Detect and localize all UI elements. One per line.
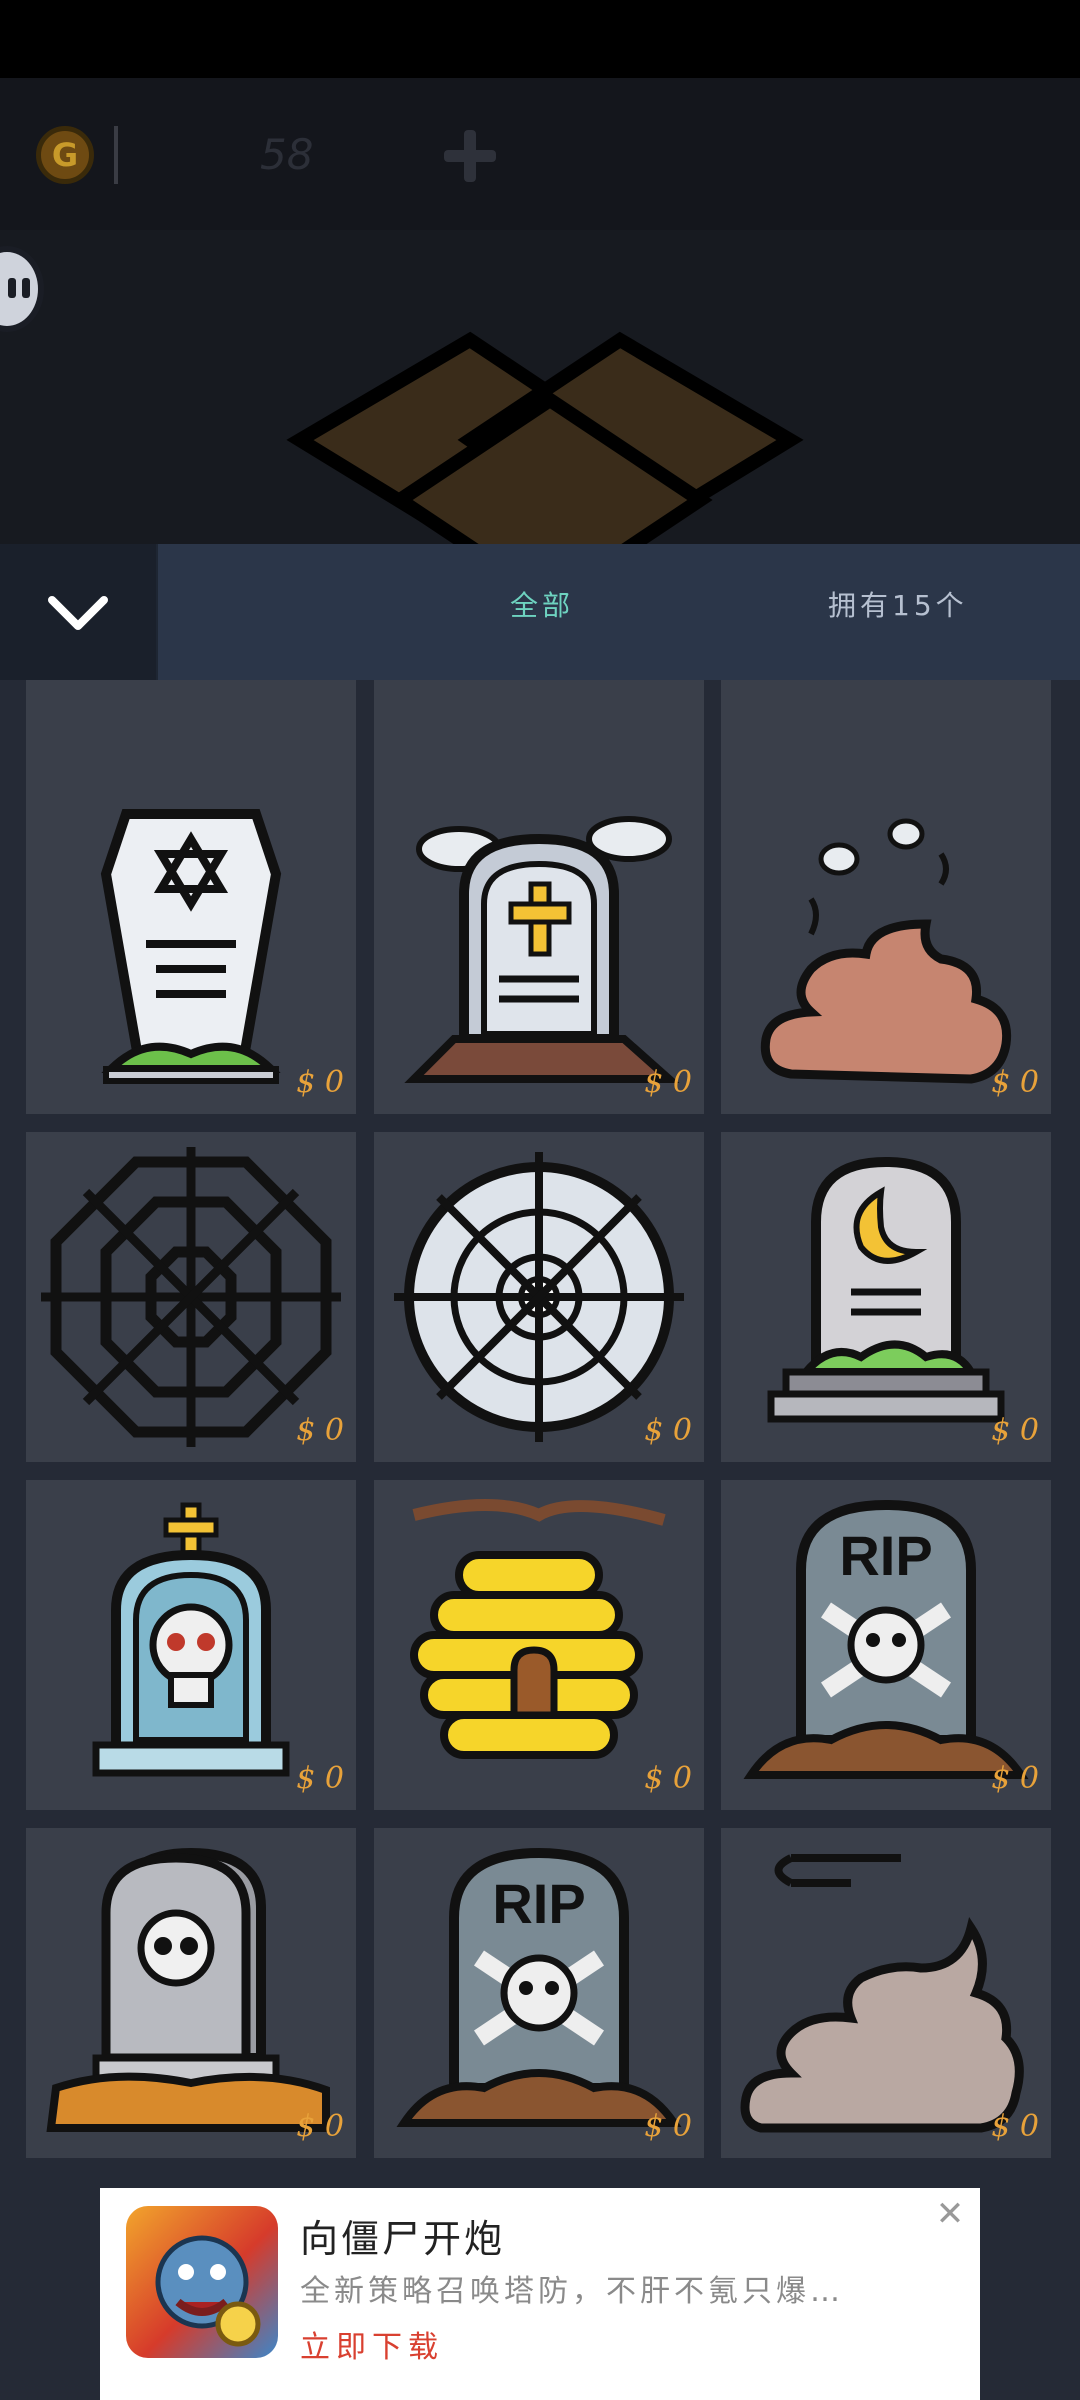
item-price: $ 0 (991, 1413, 1039, 1448)
svg-text:RIP: RIP (492, 1872, 585, 1935)
item-tile-beehive[interactable]: $ 0 (374, 1480, 704, 1810)
divider (114, 126, 118, 184)
item-tile-rip-skull-tombstone[interactable]: RIP $ 0 (721, 1480, 1051, 1810)
item-tile-white-spider-web[interactable]: $ 0 (374, 1132, 704, 1462)
item-price: $ 0 (644, 1761, 692, 1796)
item-price: $ 0 (296, 1413, 344, 1448)
item-tile-poop-with-flies[interactable]: $ 0 (721, 784, 1051, 1114)
coin-icon: G (36, 126, 94, 184)
game-scene (0, 230, 1080, 544)
add-coins-plus-icon[interactable] (444, 130, 496, 182)
floor-tiles (286, 331, 804, 544)
ad-game-icon[interactable] (126, 2206, 278, 2358)
close-icon[interactable]: ✕ (930, 2194, 970, 2234)
chevron-down-icon (48, 596, 108, 630)
tab-all[interactable]: 全部 (510, 584, 574, 624)
status-bar (0, 0, 1080, 78)
item-tile-cross-tombstone-clouds[interactable]: $ 0 (374, 784, 704, 1114)
ad-download-button[interactable]: 立即下载 (300, 2322, 444, 2366)
tab-bar: 全部 拥有15个 (0, 544, 1080, 680)
item-tile-star-of-david-coffin[interactable]: $ 0 (26, 784, 356, 1114)
item-price: $ 0 (991, 2109, 1039, 2144)
item-tile-black-spider-web[interactable]: $ 0 (26, 1132, 356, 1462)
svg-text:RIP: RIP (839, 1524, 932, 1587)
item-tile-skull-grey-grave[interactable]: $ 0 (26, 1828, 356, 2158)
item-tile-skull-blue-grave[interactable]: $ 0 (26, 1480, 356, 1810)
collapse-button[interactable] (0, 544, 156, 680)
item-price: $ 0 (644, 1065, 692, 1100)
tabs-area: 全部 拥有15个 (158, 544, 1080, 680)
item-price: $ 0 (991, 1761, 1039, 1796)
item-price: $ 0 (296, 2109, 344, 2144)
ad-description: 全新策略召唤塔防，不肝不氪只爆… (300, 2274, 844, 2309)
ad-banner[interactable]: 向僵尸开炮 全新策略召唤塔防，不肝不氪只爆… 立即下载 ✕ (100, 2188, 980, 2400)
item-tile-rip-skull-tombstone-2[interactable]: RIP $ 0 (374, 1828, 704, 2158)
item-grid: $ 0$ 0$ 0$ 0$ 0$ 0$ 0$ 0$ 0$ 0$ 0RIP$ 0$… (0, 680, 1080, 2190)
top-bar (0, 78, 1080, 230)
item-price: $ 0 (644, 1413, 692, 1448)
item-tile-grey-poop[interactable]: $ 0 (721, 1828, 1051, 2158)
coin-count: 58 (260, 130, 314, 179)
ad-title: 向僵尸开炮 (300, 2217, 506, 2261)
item-tile-moon-tombstone[interactable]: $ 0 (721, 1132, 1051, 1462)
zombie-face-icon (155, 2235, 261, 2347)
item-price: $ 0 (296, 1065, 344, 1100)
item-price: $ 0 (644, 2109, 692, 2144)
item-price: $ 0 (991, 1065, 1039, 1100)
item-price: $ 0 (296, 1761, 344, 1796)
tab-owned[interactable]: 拥有15个 (828, 584, 968, 624)
